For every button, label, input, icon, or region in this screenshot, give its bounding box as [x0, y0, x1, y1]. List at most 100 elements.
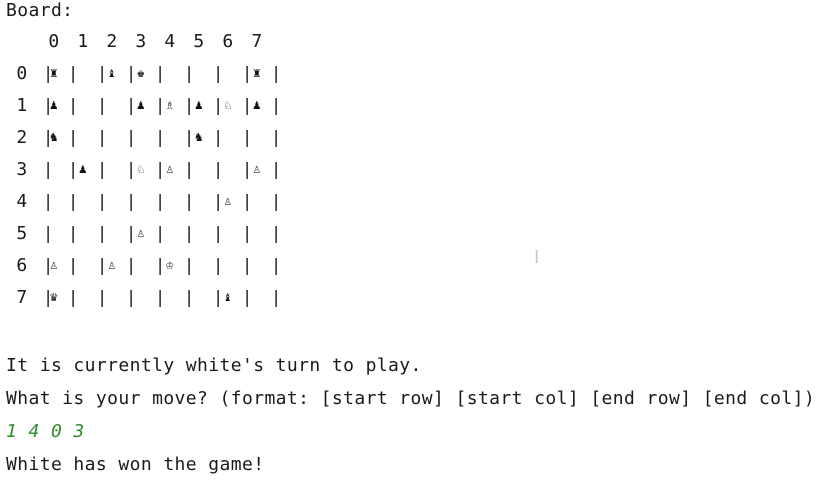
chess-piece-icon: ♟	[49, 98, 59, 113]
empty-square	[75, 94, 91, 118]
cell-divider: |	[242, 192, 253, 212]
chess-piece-icon: ♟	[252, 98, 262, 113]
row-number: 4	[16, 191, 28, 212]
cell-divider: |	[271, 64, 282, 84]
cell-divider: |	[242, 64, 253, 84]
column-number: 2	[106, 31, 118, 52]
cell-divider: |	[184, 224, 195, 244]
empty-square	[191, 254, 207, 278]
chess-piece-icon: ♔	[165, 258, 175, 273]
chess-piece-icon: ♙	[223, 194, 233, 209]
cell-divider: |	[271, 256, 282, 276]
cell-divider: |	[126, 96, 137, 116]
chess-piece-icon: ♝	[223, 290, 233, 305]
empty-square	[162, 222, 178, 246]
chess-piece-icon: ♚	[136, 66, 146, 81]
move-prompt: What is your move? (format: [start row] …	[6, 388, 816, 409]
cell-divider: |	[97, 128, 108, 148]
empty-square	[162, 286, 178, 310]
empty-square	[191, 286, 207, 310]
empty-square	[104, 222, 120, 246]
cell-divider: |	[213, 288, 224, 308]
empty-square	[75, 254, 91, 278]
cell-divider: |	[155, 288, 166, 308]
cell-divider: |	[213, 224, 224, 244]
empty-square	[249, 126, 265, 150]
cell-divider: |	[97, 192, 108, 212]
cell-divider: |	[155, 192, 166, 212]
row-number: 6	[16, 255, 28, 276]
empty-square	[46, 190, 62, 214]
cell-divider: |	[271, 128, 282, 148]
cell-divider: |	[184, 192, 195, 212]
cell-divider: |	[184, 128, 195, 148]
empty-square	[220, 222, 236, 246]
cell-divider: |	[68, 96, 79, 116]
empty-square	[133, 126, 149, 150]
cell-divider: |	[97, 288, 108, 308]
chess-piece-icon: ♘	[223, 98, 233, 113]
board-row: 6 | | | | | | | | | ♙ ♙ ♔	[0, 254, 823, 278]
empty-square	[249, 254, 265, 278]
empty-square	[104, 158, 120, 182]
board-row: 0 | | | | | | | | | ♜ ♝ ♚ ♜	[0, 62, 823, 86]
board-row: 4 | | | | | | | | | ♙	[0, 190, 823, 214]
board-row: 1 | | | | | | | | | ♟ ♟ ♗ ♟ ♘ ♟	[0, 94, 823, 118]
board-label: Board:	[6, 0, 74, 21]
result-message: White has won the game!	[6, 454, 265, 475]
empty-square	[220, 126, 236, 150]
cell-divider: |	[68, 64, 79, 84]
cell-divider: |	[213, 64, 224, 84]
chess-piece-icon: ♗	[165, 98, 175, 113]
cell-divider: |	[126, 64, 137, 84]
cell-divider: |	[213, 96, 224, 116]
cell-divider: |	[242, 128, 253, 148]
empty-square	[46, 158, 62, 182]
cell-divider: |	[97, 256, 108, 276]
empty-square	[249, 222, 265, 246]
cell-divider: |	[271, 96, 282, 116]
cell-divider: |	[184, 288, 195, 308]
empty-square	[104, 286, 120, 310]
cell-divider: |	[68, 192, 79, 212]
cell-divider: |	[155, 256, 166, 276]
cell-divider: |	[271, 192, 282, 212]
empty-square	[133, 254, 149, 278]
empty-square	[75, 222, 91, 246]
cell-divider: |	[242, 96, 253, 116]
cell-divider: |	[242, 160, 253, 180]
cell-divider: |	[184, 96, 195, 116]
cell-divider: |	[126, 288, 137, 308]
empty-square	[162, 62, 178, 86]
cell-divider: |	[68, 224, 79, 244]
cell-divider: |	[184, 64, 195, 84]
empty-square	[75, 286, 91, 310]
user-input[interactable]: 1 4 0 3	[6, 421, 85, 443]
empty-square	[191, 222, 207, 246]
empty-square	[104, 94, 120, 118]
cell-divider: |	[184, 256, 195, 276]
empty-square	[133, 286, 149, 310]
cell-divider: |	[97, 96, 108, 116]
cell-divider: |	[97, 224, 108, 244]
chess-piece-icon: ♝	[107, 66, 117, 81]
cell-divider: |	[68, 256, 79, 276]
row-number: 3	[16, 159, 28, 180]
chess-piece-icon: ♙	[252, 162, 262, 177]
board-row: 5 | | | | | | | | | ♙	[0, 222, 823, 246]
empty-square	[75, 62, 91, 86]
board-row: 3 | | | | | | | | | ♟ ♘ ♙ ♙	[0, 158, 823, 182]
empty-square	[191, 158, 207, 182]
empty-square	[191, 190, 207, 214]
row-number: 7	[16, 287, 28, 308]
cell-divider: |	[126, 256, 137, 276]
cell-divider: |	[242, 288, 253, 308]
column-number: 6	[222, 31, 234, 52]
empty-square	[220, 158, 236, 182]
text-cursor-icon: I	[534, 247, 540, 268]
empty-square	[191, 62, 207, 86]
cell-divider: |	[213, 160, 224, 180]
column-number: 0	[48, 31, 60, 52]
chess-piece-icon: ♛	[49, 290, 59, 305]
chess-piece-icon: ♙	[165, 162, 175, 177]
